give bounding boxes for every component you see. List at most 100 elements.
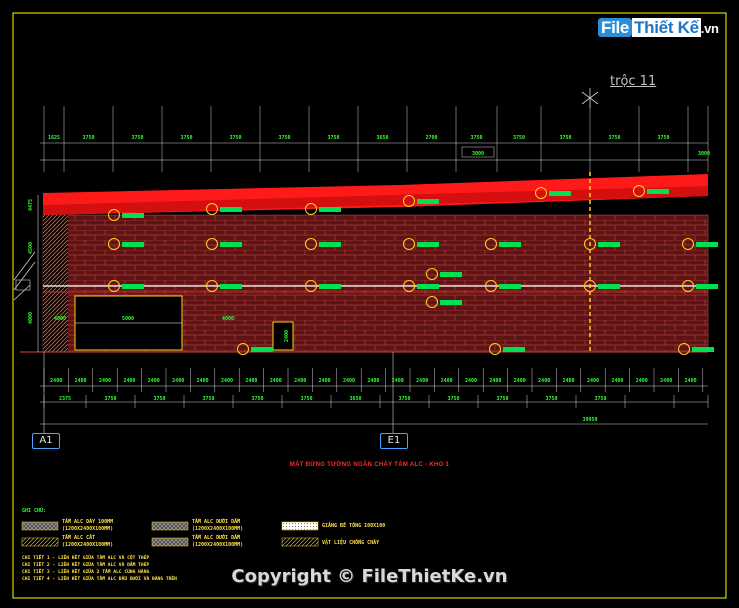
legend-heading: GHI CHÚ: — [22, 508, 47, 514]
bottom-dim-label-2: 3750 — [300, 396, 312, 402]
bottom-dim-label-2: 3750 — [496, 396, 508, 402]
detail-tag — [319, 242, 341, 247]
top-dim-label-2: 3000 — [698, 151, 710, 157]
detail-tag — [417, 199, 439, 204]
bottom-dim-label-2: 3750 — [545, 396, 557, 402]
bottom-dim-label: 2400 — [416, 378, 428, 384]
bottom-dim-label: 2400 — [319, 378, 331, 384]
bottom-dim-label: 2400 — [172, 378, 184, 384]
detail-tag — [220, 242, 242, 247]
bottom-dim-label: 2400 — [221, 378, 233, 384]
detail-tag — [692, 347, 714, 352]
detail-tag — [503, 347, 525, 352]
detail-tag — [696, 242, 718, 247]
bottom-dim-label: 2400 — [489, 378, 501, 384]
bottom-dim-label: 2400 — [685, 378, 697, 384]
bottom-dim-label: 2400 — [50, 378, 62, 384]
detail-tag — [220, 207, 242, 212]
detail-tag — [647, 189, 669, 194]
top-dim-label: 2700 — [425, 135, 437, 141]
bottom-dim-label: 2400 — [343, 378, 355, 384]
detail-tag — [319, 207, 341, 212]
detail-tag — [598, 242, 620, 247]
top-dim-label: 3750 — [559, 135, 571, 141]
bottom-dim-label-2: 3750 — [447, 396, 459, 402]
door-small-height-label: 2400 — [284, 330, 290, 342]
legend-swatch-4 — [151, 537, 189, 547]
legend-swatch-1 — [21, 521, 59, 531]
detail-tag — [499, 242, 521, 247]
bottom-dim-label-2: 3750 — [251, 396, 263, 402]
legend-item-2-sub: (1200X2400X100MM) — [62, 542, 114, 548]
bottom-dim-label: 2400 — [660, 378, 672, 384]
total-dim-label: 39950 — [582, 417, 597, 423]
detail-tag — [122, 242, 144, 247]
logo-part-3: .vn — [700, 21, 719, 36]
bottom-dim-label-2: 3750 — [104, 396, 116, 402]
detail-tag — [417, 284, 439, 289]
top-dim-label: 3750 — [327, 135, 339, 141]
ramp-lines — [13, 251, 36, 301]
detail-tag — [696, 284, 718, 289]
bottom-dim-label: 2400 — [197, 378, 209, 384]
bottom-dim-label: 2400 — [99, 378, 111, 384]
grid-tag-a1: A1 — [32, 433, 60, 449]
bottom-dim-label: 2400 — [465, 378, 477, 384]
grid-tag-e1: E1 — [380, 433, 408, 449]
bottom-dim-label: 2400 — [367, 378, 379, 384]
legend-swatch-2 — [21, 537, 59, 547]
top-dim-label: 3750 — [229, 135, 241, 141]
top-dim-label: 3750 — [131, 135, 143, 141]
door-opening-small — [272, 321, 294, 351]
legend-item-4-sub: (1200X2400X100MM) — [192, 542, 244, 548]
bottom-dim-label: 2400 — [636, 378, 648, 384]
legend-item-3-sub: (1200X2400X100MM) — [192, 526, 244, 532]
top-dim-label: 3650 — [376, 135, 388, 141]
top-dim-label: 3750 — [82, 135, 94, 141]
bottom-dim-label-2: 3750 — [594, 396, 606, 402]
bottom-dim-label-2: 3750 — [153, 396, 165, 402]
detail-tag — [122, 284, 144, 289]
side-dim-label: 4000 — [28, 312, 34, 324]
bottom-dim-label: 2400 — [563, 378, 575, 384]
legend-item-3-label: TẤM ALC DƯỚI DẦM — [192, 519, 241, 525]
bottom-dim-label: 2400 — [392, 378, 404, 384]
detail-tag — [598, 284, 620, 289]
top-dim-label: 3750 — [608, 135, 620, 141]
legend-item-4-label: TẤM ALC DƯỚI DẦM — [192, 535, 241, 541]
top-dim-label: 3750 — [657, 135, 669, 141]
bottom-dim-label: 2400 — [75, 378, 87, 384]
top-dim-label: 3750 — [180, 135, 192, 141]
top-dim-label: 3750 — [470, 135, 482, 141]
detail-tag — [549, 191, 571, 196]
legend-item-5-label: GIẰNG BÊ TÔNG 100X100 — [322, 523, 386, 529]
top-dim-label-2: 3000 — [472, 151, 484, 157]
legend-item-1-label: TẤM ALC DÀY 100MM — [62, 519, 114, 525]
bottom-dim-label: 2400 — [270, 378, 282, 384]
legend-item-6-label: VẬT LIỆU CHỐNG CHÁY — [322, 540, 380, 546]
north-arrow-icon — [581, 88, 599, 108]
door-height-label: 4000 — [54, 316, 66, 322]
drawing-canvas: 1625 3750 3750 3750 3750 3750 3750 3650 2700 3750… — [12, 12, 727, 599]
site-logo: File Thiết Kế .vn — [598, 14, 719, 42]
bottom-dim-label: 2400 — [587, 378, 599, 384]
wall-left-hatch — [43, 215, 68, 352]
detail-tag — [417, 242, 439, 247]
bottom-dim-label-2: 3650 — [349, 396, 361, 402]
legend-swatch-3 — [151, 521, 189, 531]
bottom-dim-label: 2400 — [441, 378, 453, 384]
legend-swatch-5 — [281, 521, 319, 531]
copyright-watermark: Copyright © FileThietKe.vn — [231, 566, 508, 587]
bottom-dim-label: 2400 — [611, 378, 623, 384]
bottom-dim-label-2: 3750 — [398, 396, 410, 402]
bottom-dim-label: 2400 — [123, 378, 135, 384]
drawing-title: MẶT ĐỨNG TƯỜNG NGĂN CHÁY TẤM ALC - KHO 1 — [289, 462, 450, 468]
door-small-width-label: 4000 — [222, 316, 234, 322]
bottom-dim-label: 2400 — [514, 378, 526, 384]
detail-tag — [251, 347, 273, 352]
bottom-dim-label: 2400 — [294, 378, 306, 384]
detail-tag — [122, 213, 144, 218]
side-dim-label: 4500 — [28, 242, 34, 254]
detail-tag — [440, 272, 462, 277]
legend-note-1: CHI TIẾT 1 - LIÊN KẾT GIỮA TẤM ALC VÀ CỘ… — [22, 556, 150, 561]
